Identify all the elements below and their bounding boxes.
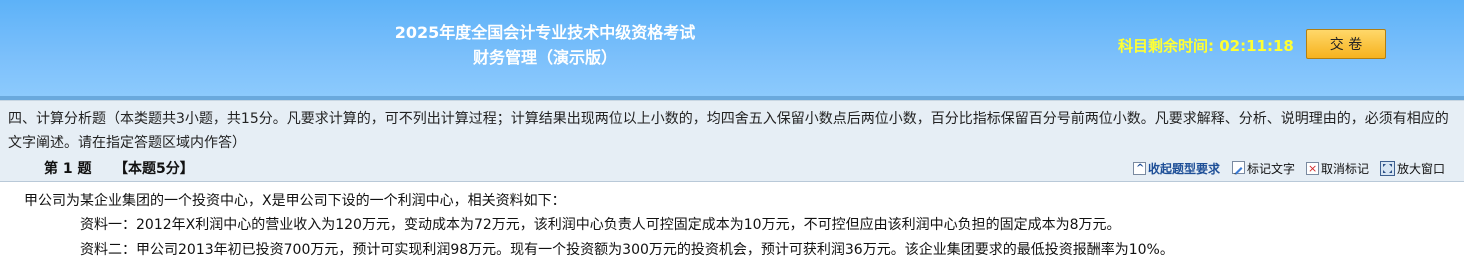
- question-material-2: 资料二：甲公司2013年初已投资700万元，预计可实现利润98万元。现有一个投资…: [80, 242, 1174, 258]
- question-intro: 甲公司为某企业集团的一个投资中心，X是甲公司下设的一个利润中心，相关资料如下：: [24, 193, 566, 209]
- question-material-1: 资料一：2012年X利润中心的营业收入为120万元，变动成本为72万元，该利润中…: [80, 217, 1121, 233]
- enlarge-window-button[interactable]: 放大窗口: [1380, 160, 1445, 178]
- cancel-mark-label: 取消标记: [1321, 162, 1370, 176]
- instructions-text: 四、计算分析题（本类题共3小题，共15分。凡要求计算的，可不列出计算过程；计算结…: [8, 111, 1449, 151]
- collapse-icon: [1133, 160, 1146, 178]
- question-toolbar: 第 1 题 【本题5分】 收起题型要求 标记文字 取消标记 放大窗口: [0, 157, 1464, 182]
- exam-title: 2025年度全国会计专业技术中级资格考试: [394, 23, 696, 42]
- submit-exam-button[interactable]: 交 卷: [1306, 29, 1386, 59]
- question-score: 【本题5分】: [114, 161, 194, 177]
- collapse-requirements-label: 收起题型要求: [1148, 162, 1221, 176]
- exam-subject: 财务管理（演示版）: [472, 48, 617, 67]
- collapse-requirements-button[interactable]: 收起题型要求: [1133, 160, 1220, 178]
- enlarge-window-icon: [1380, 161, 1395, 176]
- section-instructions: 四、计算分析题（本类题共3小题，共15分。凡要求计算的，可不列出计算过程；计算结…: [0, 100, 1464, 157]
- exam-header: 2025年度全国会计专业技术中级资格考试 财务管理（演示版） 科目剩余时间: 0…: [0, 0, 1464, 100]
- cancel-mark-icon: [1306, 160, 1319, 178]
- remaining-time: 科目剩余时间: 02:11:18: [1118, 36, 1294, 56]
- mark-text-button[interactable]: 标记文字: [1232, 160, 1295, 178]
- remaining-time-label: 科目剩余时间:: [1118, 37, 1214, 55]
- enlarge-window-label: 放大窗口: [1397, 162, 1446, 176]
- mark-text-label: 标记文字: [1247, 162, 1296, 176]
- remaining-time-value: 02:11:18: [1219, 37, 1294, 55]
- question-number: 第 1 题: [44, 161, 92, 177]
- pencil-icon: [1232, 161, 1245, 175]
- question-content: 甲公司为某企业集团的一个投资中心，X是甲公司下设的一个利润中心，相关资料如下： …: [0, 182, 1464, 263]
- cancel-mark-button[interactable]: 取消标记: [1306, 160, 1369, 178]
